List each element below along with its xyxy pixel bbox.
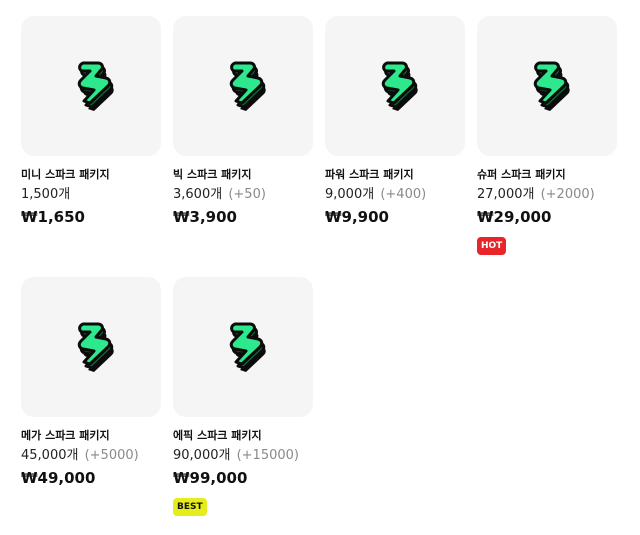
package-price: ₩99,000 [173,469,248,487]
package-name: 슈퍼 스파크 패키지 [477,168,566,181]
package-price: ₩1,650 [21,208,85,226]
package-price: ₩29,000 [477,208,552,226]
quantity-value: 9,000개 [325,187,375,202]
quantity-value: 27,000개 [477,187,535,202]
bonus-amount: (+2000) [540,187,595,202]
package-thumbnail [477,16,617,156]
lightning-bolt-icon [217,314,269,380]
package-price: ₩49,000 [21,469,96,487]
package-name: 빅 스파크 패키지 [173,168,252,181]
bonus-amount: (+5000) [84,448,139,463]
package-card-mega[interactable]: 메가 스파크 패키지 45,000개 (+5000) ₩49,000 [21,277,161,488]
package-thumbnail [325,16,465,156]
lightning-bolt-icon [521,53,573,119]
package-name: 메가 스파크 패키지 [21,429,110,442]
lightning-bolt-icon [217,53,269,119]
package-grid: 미니 스파크 패키지 1,500개 ₩1,650 빅 스파크 패키지 3,600… [0,0,640,535]
bonus-amount: (+15000) [236,448,299,463]
package-thumbnail [21,16,161,156]
quantity-value: 90,000개 [173,448,231,463]
package-quantity: 90,000개 (+15000) [173,448,313,464]
package-price: ₩9,900 [325,208,389,226]
package-price: ₩3,900 [173,208,237,226]
package-card-mini[interactable]: 미니 스파크 패키지 1,500개 ₩1,650 [21,16,161,227]
quantity-value: 3,600개 [173,187,223,202]
package-thumbnail [173,16,313,156]
package-card-power[interactable]: 파워 스파크 패키지 9,000개 (+400) ₩9,900 [325,16,465,227]
package-quantity: 27,000개 (+2000) [477,187,617,203]
package-quantity: 3,600개 (+50) [173,187,313,203]
quantity-value: 45,000개 [21,448,79,463]
package-card-big[interactable]: 빅 스파크 패키지 3,600개 (+50) ₩3,900 [173,16,313,227]
package-quantity: 9,000개 (+400) [325,187,465,203]
bonus-amount: (+50) [228,187,266,202]
lightning-bolt-icon [65,53,117,119]
package-thumbnail [173,277,313,417]
package-thumbnail [21,277,161,417]
lightning-bolt-icon [369,53,421,119]
bonus-amount: (+400) [380,187,427,202]
package-card-super[interactable]: 슈퍼 스파크 패키지 27,000개 (+2000) ₩29,000 HOT [477,16,617,255]
hot-badge: HOT [477,237,507,255]
quantity-value: 1,500개 [21,187,71,202]
lightning-bolt-icon [65,314,117,380]
package-name: 파워 스파크 패키지 [325,168,414,181]
best-badge: BEST [173,498,207,516]
package-card-epic[interactable]: 에픽 스파크 패키지 90,000개 (+15000) ₩99,000 BEST [173,277,313,516]
package-name: 에픽 스파크 패키지 [173,429,262,442]
package-name: 미니 스파크 패키지 [21,168,110,181]
package-quantity: 45,000개 (+5000) [21,448,161,464]
package-quantity: 1,500개 [21,187,161,203]
